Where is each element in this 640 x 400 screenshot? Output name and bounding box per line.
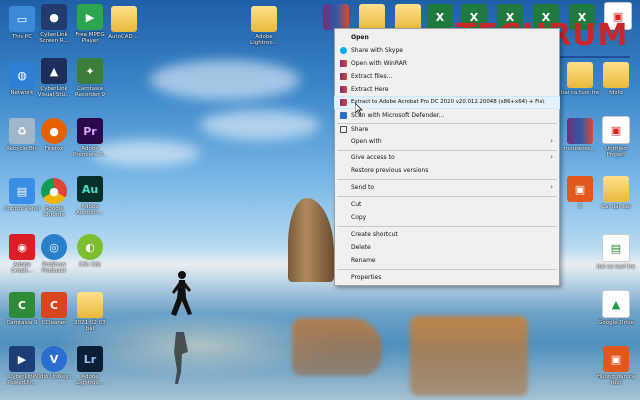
desktop-icon-vidio[interactable]: V Vidio Unikey... <box>34 346 74 380</box>
desktop-icon-coccoc[interactable]: ◐ Cốc Cốc <box>70 234 110 268</box>
desktop-icon-r[interactable]: ▣ R <box>560 176 600 210</box>
menu-item-open-winrar[interactable]: Open with WinRAR <box>335 58 559 69</box>
desktop-icon-huong-dan[interactable]: ▣ Huong dan ca tuoi <box>596 346 636 386</box>
winrar-icon <box>340 60 347 67</box>
desktop-icon-screen-recorder[interactable]: ● CyberLink Screen R... <box>34 4 74 44</box>
desktop-icon-autocad[interactable]: AutoCAD ... <box>104 6 144 40</box>
skype-icon <box>340 47 347 54</box>
menu-item-send-to[interactable]: Send to › <box>335 182 559 193</box>
adobe-cc-icon: ◉ <box>9 234 35 260</box>
menu-item-create-shortcut[interactable]: Create shortcut <box>335 229 559 240</box>
runner-reflection <box>174 332 188 384</box>
menu-item-scan-defender[interactable]: Scan with Microsoft Defender... <box>335 110 559 121</box>
desktop-icon-cai-dat-bai[interactable]: Cai dat bai <box>596 176 636 210</box>
winrar-icon <box>340 99 347 106</box>
desktop-icon-folder-top[interactable] <box>352 4 392 30</box>
desktop-icon-chrome[interactable]: ● Google Chrome <box>34 178 74 218</box>
menu-item-share-skype[interactable]: Share with Skype <box>335 45 559 56</box>
folder-icon <box>395 4 421 30</box>
recycle-bin-icon: ♻ <box>9 118 35 144</box>
menu-item-extract-here[interactable]: Extract Here <box>335 84 559 95</box>
desktop-icon-google-drive[interactable]: ▲ Google Drive <box>596 290 636 326</box>
context-menu: Open Share with Skype Open with WinRAR E… <box>334 28 560 286</box>
chart-icon: ▲ <box>41 58 67 84</box>
coccoc-icon: ◐ <box>77 234 103 260</box>
audition-icon: Au <box>77 176 103 202</box>
menu-item-cut[interactable]: Cut <box>335 199 559 210</box>
camtasia-icon: C <box>9 292 35 318</box>
desktop-icon-folder-2021[interactable]: 2021 02 03 bài <box>70 292 110 332</box>
recorder-icon: ● <box>41 4 67 30</box>
mouse-cursor-icon <box>355 103 363 115</box>
proshow-icon: ◎ <box>41 234 67 260</box>
defender-icon <box>340 112 347 119</box>
unikey-icon: V <box>41 346 67 372</box>
control-panel-icon: ▤ <box>9 178 35 204</box>
menu-separator <box>337 226 557 227</box>
powerdirector-icon: ▶ <box>9 346 35 372</box>
menu-item-restore-versions[interactable]: Restore previous versions <box>335 165 559 176</box>
ccleaner-icon: C <box>41 292 67 318</box>
network-icon: ◍ <box>9 62 35 88</box>
menu-item-give-access[interactable]: Give access to › <box>335 152 559 163</box>
menu-item-delete[interactable]: Delete <box>335 242 559 253</box>
folder-icon <box>359 4 385 30</box>
menu-item-open-with[interactable]: Open with › <box>335 136 559 147</box>
menu-item-open[interactable]: Open <box>335 32 559 43</box>
winrar-icon <box>567 118 593 144</box>
menu-separator <box>337 269 557 270</box>
desktop-icon-bai-ca-tuoi-tre-2[interactable]: ▤ bai ca tuoi tre <box>596 234 636 270</box>
file-icon: ▣ <box>603 346 629 372</box>
desktop-icon-rar-top[interactable] <box>316 4 356 30</box>
lightroom-icon: Lr <box>77 346 103 372</box>
desktop-icon-proshow[interactable]: ◎ ProShow Producer <box>34 234 74 274</box>
desktop-icon-lightroom-bottom[interactable]: Lr Adobe Lightroo... <box>70 346 110 386</box>
menu-item-properties[interactable]: Properties <box>335 272 559 283</box>
file-icon: ▣ <box>567 176 593 202</box>
menu-item-share[interactable]: Share <box>335 124 559 135</box>
winrar-icon <box>340 86 347 93</box>
folder-icon <box>251 6 277 32</box>
desktop-icon-mouserec[interactable]: mouserec... <box>560 118 600 152</box>
desktop-icon-ccleaner[interactable]: C CCleaner <box>34 292 74 326</box>
desktop-icon-audition[interactable]: Au Adobe Audition... <box>70 176 110 216</box>
cloud <box>200 110 320 140</box>
menu-item-rename[interactable]: Rename <box>335 255 559 266</box>
desktop-icon-camtasia-recorder[interactable]: ✦ Camtasia Recorder 9 <box>70 58 110 98</box>
play-icon: ▶ <box>77 4 103 30</box>
menu-item-extract-files[interactable]: Extract files... <box>335 71 559 82</box>
cloud <box>150 60 300 100</box>
menu-separator <box>337 196 557 197</box>
project-file-icon: ▣ <box>602 116 630 144</box>
rock-reflection <box>292 318 382 376</box>
chevron-right-icon: › <box>550 137 553 145</box>
menu-separator <box>337 150 557 151</box>
folder-icon <box>111 6 137 32</box>
desktop-icon-visual-studio[interactable]: ▲ CyberLink Visual Stu... <box>34 58 74 98</box>
chevron-right-icon: › <box>550 183 553 191</box>
google-drive-icon: ▲ <box>602 290 630 318</box>
folder-icon <box>603 176 629 202</box>
menu-item-extract-to[interactable]: Extract to Adobe Acrobat Pro DC 2020 v20… <box>334 96 560 109</box>
water-reflection <box>410 316 528 396</box>
desktop-icon-lightroom-top[interactable]: Adobe Lightroo... <box>244 6 284 46</box>
winrar-icon <box>323 4 349 30</box>
desktop-icon-firefox[interactable]: ● Firefox <box>34 118 74 152</box>
menu-separator <box>337 179 557 180</box>
document-icon: ▤ <box>602 234 630 262</box>
chrome-icon: ● <box>41 178 67 204</box>
camtasia-icon: ✦ <box>77 58 103 84</box>
winrar-icon <box>340 73 347 80</box>
premiere-icon: Pr <box>77 118 103 144</box>
desktop-icon-premiere[interactable]: Pr Adobe Premiere P... <box>70 118 110 158</box>
firefox-icon: ● <box>41 118 67 144</box>
rock-formation <box>288 198 334 282</box>
share-icon <box>340 126 347 133</box>
desktop-icon-untitled-project[interactable]: ▣ Untitled Project <box>596 116 636 158</box>
computer-icon: ▭ <box>9 6 35 32</box>
menu-item-copy[interactable]: Copy <box>335 212 559 223</box>
chevron-right-icon: › <box>550 153 553 161</box>
folder-icon <box>77 292 103 318</box>
runner-silhouette <box>171 271 192 316</box>
